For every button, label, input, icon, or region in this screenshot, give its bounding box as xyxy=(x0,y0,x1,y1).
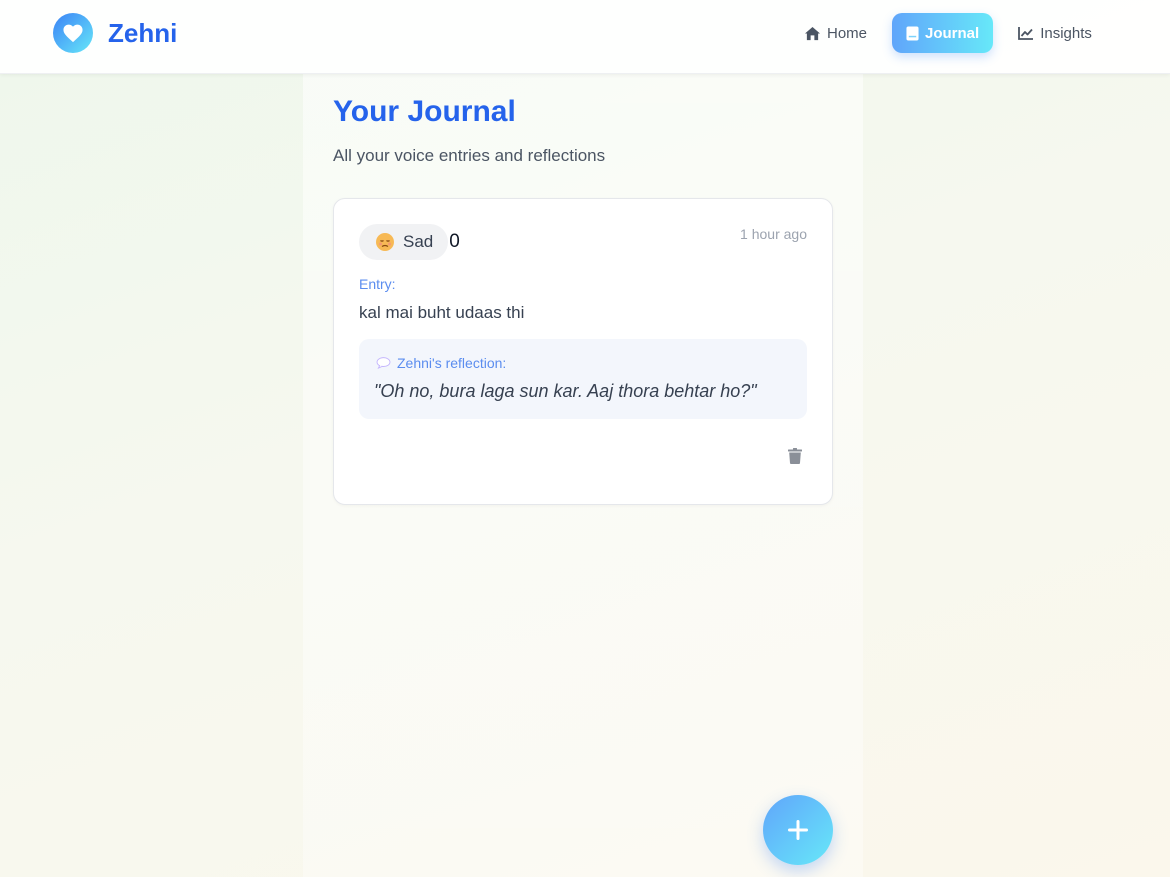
trash-icon xyxy=(788,448,802,464)
entry-label: Entry: xyxy=(359,276,396,292)
reflection-box: Zehni's reflection: "Oh no, bura laga su… xyxy=(359,339,807,419)
plus-icon xyxy=(788,820,808,840)
sad-face-icon xyxy=(375,232,395,252)
entry-text: kal mai buht udaas thi xyxy=(359,303,525,322)
delete-entry-button[interactable] xyxy=(786,447,804,465)
entry-timestamp: 1 hour ago xyxy=(740,226,807,242)
mood-count: 0 xyxy=(449,231,460,252)
nav-insights[interactable]: Insights xyxy=(1004,13,1106,53)
reflection-label: Zehni's reflection: xyxy=(397,355,507,371)
journal-icon xyxy=(906,26,919,40)
journal-entry-card: Sad 0 1 hour ago Entry: kal mai buht uda… xyxy=(333,198,833,505)
app-name: Zehni xyxy=(108,17,178,48)
mood-label: Sad xyxy=(403,232,434,251)
page-title: Your Journal xyxy=(333,95,516,128)
mood-row: Sad 0 xyxy=(359,224,460,260)
main-nav: Home Journal Insights xyxy=(790,13,1106,53)
add-entry-button[interactable] xyxy=(763,795,833,865)
mood-badge: Sad xyxy=(359,224,449,260)
top-navbar: Zehni Home Journal Insights xyxy=(0,0,1170,74)
nav-home-label: Home xyxy=(827,24,868,42)
chart-line-icon xyxy=(1018,27,1034,40)
home-icon xyxy=(805,26,820,40)
nav-journal-label: Journal xyxy=(925,24,980,42)
speech-bubble-icon xyxy=(376,357,391,369)
reflection-label-row: Zehni's reflection: xyxy=(376,355,506,371)
brand[interactable]: Zehni xyxy=(53,13,177,53)
nav-insights-label: Insights xyxy=(1040,24,1092,42)
reflection-text: "Oh no, bura laga sun kar. Aaj thora beh… xyxy=(374,381,757,401)
page-subtitle: All your voice entries and reflections xyxy=(333,146,606,165)
nav-home[interactable]: Home xyxy=(790,13,881,53)
heart-logo-icon xyxy=(53,13,93,53)
nav-journal[interactable]: Journal xyxy=(892,13,994,53)
